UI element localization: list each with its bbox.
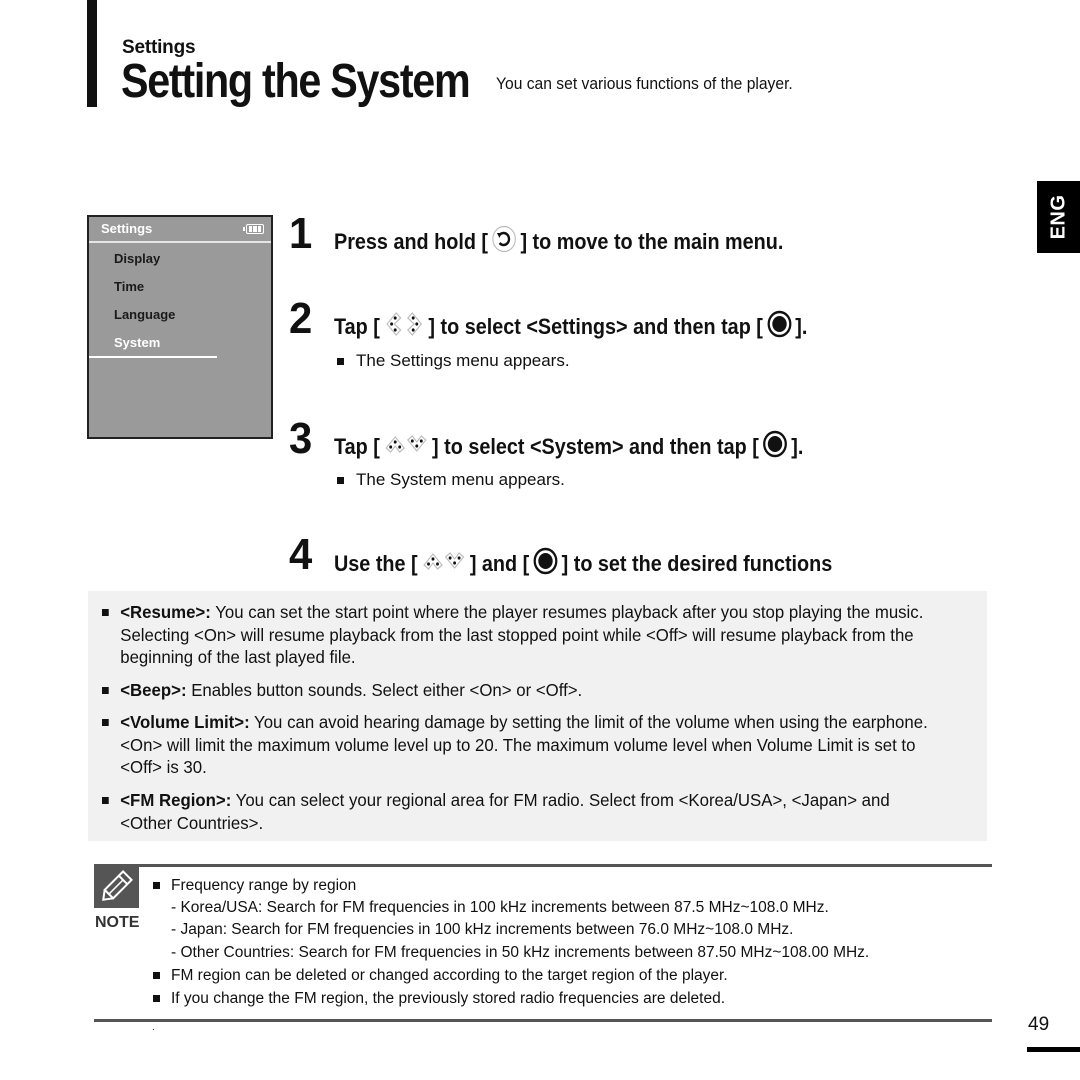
step-number: 1 (289, 209, 313, 258)
description-text: You can set the start point where the pl… (120, 602, 924, 667)
description-term: <Resume>: (120, 602, 211, 622)
step-instruction: Press and hold [ ] to move to the main m… (334, 225, 783, 259)
device-screen-title: Settings (101, 221, 153, 236)
page-number: 49 (1028, 1014, 1050, 1035)
description-volume-limit: <Volume Limit>: You can avoid hearing da… (102, 711, 937, 779)
description-term: <Volume Limit>: (120, 712, 250, 732)
device-menu-item-system[interactable]: System (114, 335, 160, 350)
back-icon (492, 225, 517, 259)
step-result-text: The System menu appears. (356, 470, 565, 489)
select-button-icon (533, 547, 558, 581)
description-text: You can select your regional area for FM… (120, 790, 890, 833)
step-number: 3 (289, 414, 313, 463)
step-text-part: ] to set the desired functions (561, 551, 833, 576)
device-menu-item-time[interactable]: Time (114, 279, 144, 294)
bullet-square (102, 609, 109, 616)
note-line: - Japan: Search for FM frequencies in 10… (171, 921, 794, 938)
step-instruction: Tap [ ] to select <System> and then tap … (334, 430, 803, 464)
battery-icon (243, 224, 264, 234)
step-result-note: The Settings menu appears. (337, 351, 570, 371)
note-top-rule (94, 864, 992, 867)
step-text-part: ] to select <Settings> and then tap [ (428, 314, 763, 339)
select-button-icon (766, 310, 792, 344)
step-text-part: Use the [ (334, 551, 418, 576)
note-line: - Other Countries: Search for FM frequen… (171, 944, 870, 961)
description-term: <Beep>: (120, 680, 187, 700)
note-line: FM region can be deleted or changed acco… (153, 967, 728, 985)
step-text-part: Tap [ (334, 314, 380, 339)
trailing-dot: . (152, 1022, 155, 1033)
pencil-icon (94, 867, 139, 908)
page-title: Setting the System (121, 55, 471, 108)
bullet-square (337, 476, 344, 484)
step-instruction: Use the [ ] and [ ] to set the desired f… (334, 547, 832, 581)
note-text: If you change the FM region, the previou… (171, 990, 726, 1007)
left-right-icon (383, 310, 424, 344)
note-bottom-rule (94, 1019, 992, 1022)
note-line: - Korea/USA: Search for FM frequencies i… (171, 899, 829, 916)
bullet-square (102, 797, 109, 804)
language-tab: ENG (1037, 181, 1080, 253)
page-number-bar (1027, 1047, 1080, 1052)
device-menu-item-display[interactable]: Display (114, 251, 160, 266)
step-text-part: ] to move to the main menu. (520, 229, 784, 254)
description-text: Enables button sounds. Select either <On… (186, 680, 583, 700)
step-number: 4 (289, 530, 313, 579)
bullet-square (337, 357, 344, 365)
bullet-square (102, 719, 109, 726)
step-text-part: ]. (791, 434, 804, 459)
page-subtitle: You can set various functions of the pla… (496, 74, 793, 93)
description-term: <FM Region>: (120, 790, 232, 810)
step-instruction: Tap [ ] to select <Settings> and then ta… (334, 310, 807, 344)
note-line: Frequency range by region (153, 877, 356, 895)
up-down-icon (421, 550, 466, 578)
note-line: If you change the FM region, the previou… (153, 990, 725, 1008)
step-text-part: ]. (795, 314, 808, 339)
step-text-part: Press and hold [ (334, 229, 489, 254)
device-menu-item-language[interactable]: Language (114, 307, 175, 322)
step-result-text: The Settings menu appears. (356, 351, 570, 370)
up-down-icon (383, 433, 428, 461)
language-tab-label: ENG (1047, 194, 1069, 240)
device-screen: Settings Display Time Language System (87, 215, 273, 439)
select-button-icon (762, 430, 787, 464)
step-result-note: The System menu appears. (337, 470, 565, 490)
device-selection-underline (89, 356, 217, 358)
description-beep: <Beep>: Enables button sounds. Select ei… (102, 679, 937, 702)
note-text: FM region can be deleted or changed acco… (171, 967, 728, 984)
step-text-part: ] and [ (469, 551, 530, 576)
bullet-square (153, 972, 160, 980)
description-fm-region: <FM Region>: You can select your regiona… (102, 789, 937, 834)
step-number: 2 (289, 294, 313, 343)
note-label: NOTE (95, 914, 140, 931)
bullet-square (153, 882, 160, 890)
device-title-divider (89, 241, 271, 243)
description-resume: <Resume>: You can set the start point wh… (102, 601, 937, 669)
note-text: Frequency range by region (171, 877, 357, 894)
header-accent-bar (87, 0, 97, 107)
bullet-square (102, 687, 109, 694)
step-text-part: ] to select <System> and then tap [ (432, 434, 759, 459)
bullet-square (153, 995, 160, 1003)
step-text-part: Tap [ (334, 434, 380, 459)
